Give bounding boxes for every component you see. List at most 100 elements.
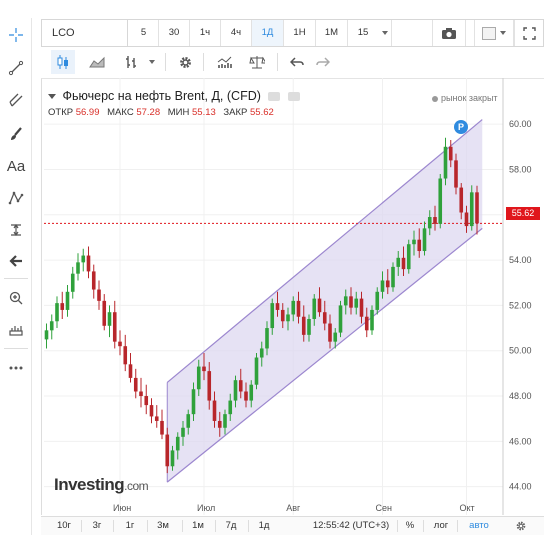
- candle-body: [65, 291, 70, 310]
- log-scale-button[interactable]: лог: [429, 517, 453, 535]
- snapshot-button[interactable]: [432, 20, 466, 46]
- market-status-text: рынок закрыт: [441, 93, 498, 103]
- range-1m-button[interactable]: 1м: [184, 517, 212, 535]
- timeframe-15-button[interactable]: 15: [348, 20, 378, 46]
- compare-button[interactable]: [245, 50, 269, 74]
- candle-body: [469, 192, 474, 227]
- price-chart[interactable]: 44.0046.0048.0050.0052.0054.0056.0058.00…: [41, 78, 544, 515]
- time-tick-label: Сен: [376, 503, 393, 513]
- drawing-toolbar: Aa: [0, 18, 32, 535]
- chart-type-dropdown[interactable]: [145, 50, 159, 74]
- candle-body: [443, 146, 448, 179]
- candle-body: [280, 309, 285, 322]
- candles-button[interactable]: [51, 50, 75, 74]
- timeframe-dropdown[interactable]: [378, 20, 392, 46]
- area-chart-button[interactable]: [85, 50, 109, 74]
- candle-body: [139, 391, 143, 397]
- settings-button[interactable]: [173, 50, 197, 74]
- candle-body: [448, 146, 453, 161]
- range-7d-button[interactable]: 7д: [217, 517, 245, 535]
- measure-icon[interactable]: [2, 216, 30, 244]
- time-tick-label: Июн: [113, 503, 131, 513]
- candle-body: [207, 371, 212, 401]
- high-value: 57.28: [136, 107, 161, 118]
- high-label: МАКС: [107, 107, 134, 118]
- undo-button[interactable]: [287, 50, 307, 74]
- candle-body: [217, 420, 222, 428]
- candle-body: [81, 255, 86, 263]
- range-3m-button[interactable]: 3м: [149, 517, 177, 535]
- toolbar-divider: [423, 520, 424, 532]
- price-tick-label: 46.00: [509, 436, 532, 446]
- toolbar-divider: [147, 520, 148, 532]
- candle-body: [354, 298, 359, 308]
- range-1y-button[interactable]: 1г: [115, 517, 145, 535]
- timeframe-1w-button[interactable]: 1Н: [284, 20, 316, 46]
- range-10y-button[interactable]: 10г: [49, 517, 79, 535]
- candle-body: [333, 332, 338, 342]
- bars-button[interactable]: [119, 50, 143, 74]
- candle-body: [76, 262, 80, 274]
- toolbar-divider: [457, 520, 458, 532]
- event-badge[interactable]: P: [454, 120, 468, 134]
- gear-icon: [179, 56, 191, 68]
- toolbar-divider: [81, 520, 82, 532]
- settings-small-icon[interactable]: [287, 92, 300, 102]
- candle-body: [86, 255, 91, 272]
- open-label: ОТКР: [48, 107, 74, 118]
- percent-scale-button[interactable]: %: [401, 517, 419, 535]
- chart-legend: Фьючерс на нефть Brent, Д, (CFD): [48, 89, 300, 103]
- color-picker-button[interactable]: [474, 20, 514, 46]
- market-status: рынок закрыт: [432, 93, 498, 103]
- text-tool-icon[interactable]: Aa: [2, 152, 30, 180]
- timeframe-30-button[interactable]: 30: [159, 20, 190, 46]
- candle-body: [223, 414, 227, 428]
- close-label: ЗАКР: [223, 107, 248, 118]
- brush-icon[interactable]: [2, 120, 30, 148]
- candle-body: [338, 305, 343, 333]
- symbol-input[interactable]: LCO: [42, 20, 128, 46]
- range-3y-button[interactable]: 3г: [83, 517, 111, 535]
- auto-scale-button[interactable]: авто: [465, 517, 493, 535]
- crosshair-icon[interactable]: [2, 21, 30, 49]
- candle-body: [401, 257, 406, 270]
- timeframe-4h-button[interactable]: 4ч: [221, 20, 252, 46]
- scales-icon: [249, 56, 265, 69]
- gear-icon: [516, 521, 526, 531]
- fullscreen-button[interactable]: [514, 20, 543, 46]
- price-tick-label: 52.00: [509, 300, 532, 310]
- chart-settings-button[interactable]: [511, 517, 531, 535]
- ruler-icon[interactable]: [2, 316, 30, 344]
- range-1d-button[interactable]: 1д: [250, 517, 278, 535]
- arrow-left-icon[interactable]: [2, 247, 30, 275]
- time-tick-label: Окт: [460, 503, 475, 513]
- clock[interactable]: 12:55:42 (UTC+3): [309, 517, 393, 535]
- toolbar-divider: [277, 53, 278, 71]
- visibility-icon[interactable]: [268, 92, 281, 102]
- candle-body: [60, 303, 65, 310]
- candle-body: [55, 303, 59, 322]
- candle-body: [343, 296, 348, 306]
- trendline-icon[interactable]: [2, 54, 30, 82]
- timeframe-5-button[interactable]: 5: [129, 20, 159, 46]
- pattern-icon[interactable]: [2, 184, 30, 212]
- candle-body: [412, 239, 416, 245]
- timeframe-1h-button[interactable]: 1ч: [190, 20, 221, 46]
- pitchfork-icon[interactable]: [2, 86, 30, 114]
- timeframe-1d-button[interactable]: 1Д: [252, 20, 284, 46]
- time-tick-label: Авг: [286, 503, 301, 513]
- more-icon[interactable]: [2, 354, 30, 382]
- candle-body: [475, 192, 479, 224]
- candle-body: [380, 280, 385, 292]
- timeframe-1m-button[interactable]: 1М: [316, 20, 348, 46]
- toolbar-divider: [4, 278, 28, 279]
- zoom-in-icon[interactable]: [2, 284, 30, 312]
- candle-body: [202, 366, 206, 372]
- candle-body: [175, 436, 180, 451]
- indicators-button[interactable]: [213, 50, 237, 74]
- candle-body: [149, 405, 154, 417]
- redo-button[interactable]: [313, 50, 333, 74]
- bars-icon: [126, 56, 136, 68]
- toolbar-divider: [165, 53, 166, 71]
- legend-collapse-icon[interactable]: [48, 94, 56, 100]
